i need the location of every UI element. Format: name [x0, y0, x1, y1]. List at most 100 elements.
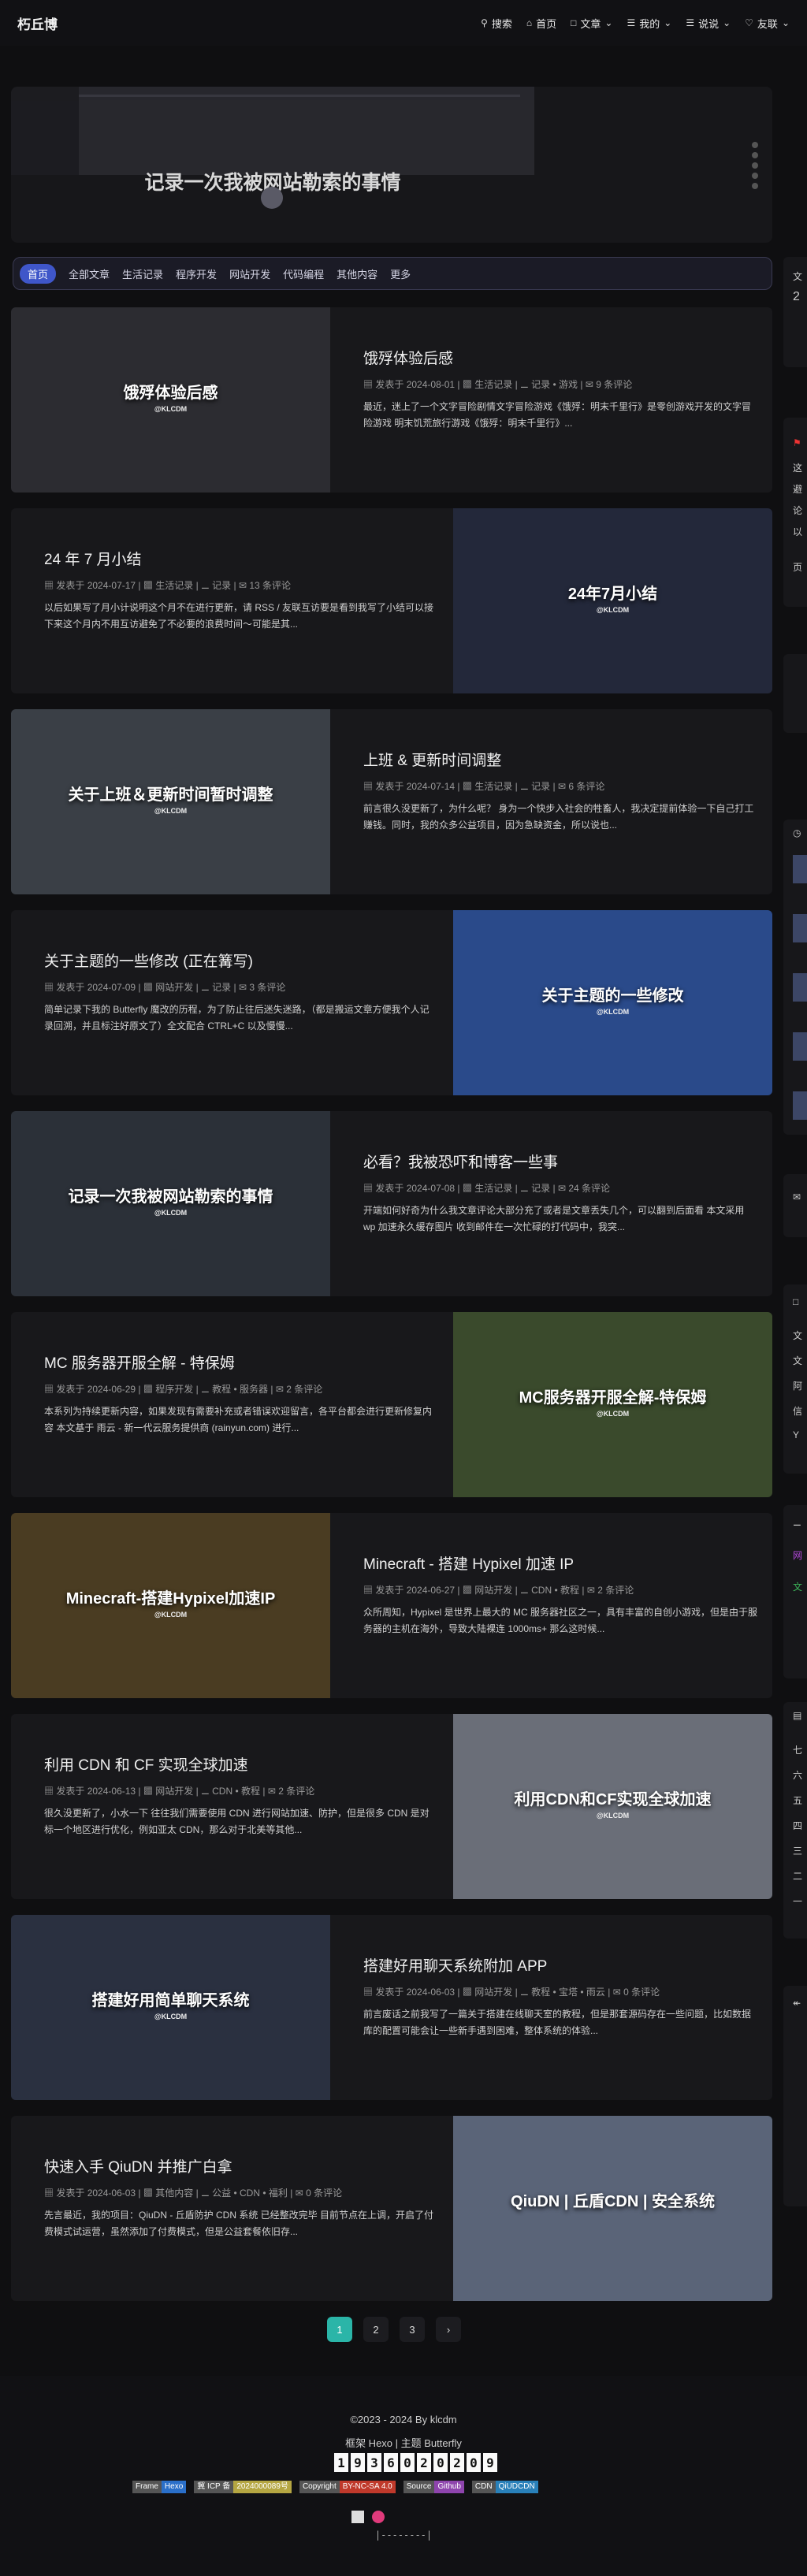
- recent-thumb[interactable]: [793, 855, 807, 883]
- category-all-articles[interactable]: 全部文章: [69, 266, 110, 281]
- post-thumbnail[interactable]: 记录一次我被网站勒索的事情 @KLCDM: [11, 1111, 330, 1296]
- sidebar-text[interactable]: 六: [793, 1768, 802, 1782]
- heart-icon[interactable]: [372, 2511, 385, 2523]
- post-category[interactable]: 生活记录: [474, 379, 512, 390]
- post-title[interactable]: 搭建好用聊天系统附加 APP: [363, 1954, 757, 1976]
- category-programming[interactable]: 程序开发: [176, 266, 217, 281]
- post-category[interactable]: 其他内容: [155, 2188, 193, 2199]
- post-category[interactable]: 程序开发: [155, 1384, 193, 1395]
- sidebar-text[interactable]: 五: [793, 1794, 802, 1807]
- post-thumbnail[interactable]: MC服务器开服全解-特保姆 @KLCDM: [453, 1312, 772, 1497]
- post-comments[interactable]: 13 条评论: [249, 580, 291, 591]
- post-card[interactable]: QiuDN | 丘盾CDN | 安全系统 快速入手 QiuDN 并推广白拿 ▦ 发表…: [11, 2116, 772, 2301]
- sidebar-text[interactable]: 阿: [793, 1379, 802, 1392]
- post-title[interactable]: Minecraft - 搭建 Hypixel 加速 IP: [363, 1552, 757, 1574]
- sidebar-text[interactable]: 信: [793, 1404, 802, 1418]
- post-tags[interactable]: 记录 • 游戏: [531, 379, 578, 390]
- nav-mine[interactable]: ☰ 我的 ⌄: [627, 16, 671, 31]
- post-thumbnail[interactable]: 搭建好用简单聊天系统 @KLCDM: [11, 1915, 330, 2100]
- category-code[interactable]: 代码编程: [283, 266, 324, 281]
- post-title[interactable]: 必看？我被恐吓和博客一些事: [363, 1150, 757, 1172]
- nav-home[interactable]: ⌂ 首页: [526, 16, 556, 31]
- sidebar-text[interactable]: 一: [793, 1894, 802, 1908]
- post-comments[interactable]: 2 条评论: [286, 1384, 322, 1395]
- post-card[interactable]: 关于上班＆更新时间暂时调整 @KLCDM 上班 & 更新时间调整 ▦ 发表于 2024…: [11, 709, 772, 894]
- post-title[interactable]: 关于主题的一些修改 (正在篝写): [44, 950, 438, 971]
- post-comments[interactable]: 3 条评论: [249, 982, 285, 993]
- banner-dots[interactable]: [752, 142, 758, 189]
- post-title[interactable]: MC 服务器开服全解 - 特保姆: [44, 1351, 438, 1373]
- post-comments[interactable]: 9 条评论: [596, 379, 632, 390]
- post-card[interactable]: 利用CDN和CF实现全球加速 @KLCDM 利用 CDN 和 CF 实现全球加速 ▦ …: [11, 1714, 772, 1899]
- page-3-button[interactable]: 3: [400, 2317, 425, 2342]
- post-card[interactable]: 记录一次我被网站勒索的事情 @KLCDM 必看？我被恐吓和博客一些事 ▦ 发表于 20…: [11, 1111, 772, 1296]
- sidebar-text[interactable]: 文: [793, 1329, 802, 1342]
- category-other[interactable]: 其他内容: [337, 266, 377, 281]
- sidebar-text[interactable]: 文: [793, 1580, 802, 1593]
- post-comments[interactable]: 6 条评论: [568, 781, 604, 792]
- featured-banner[interactable]: 记录一次我被网站勒索的事情: [11, 87, 772, 243]
- post-thumbnail[interactable]: 24年7月小结 @KLCDM: [453, 508, 772, 693]
- post-tags[interactable]: 记录: [212, 580, 231, 591]
- post-comments[interactable]: 24 条评论: [568, 1183, 610, 1194]
- nav-search[interactable]: ⚲ 搜索: [481, 16, 512, 31]
- post-title[interactable]: 24 年 7 月小结: [44, 548, 438, 569]
- post-category[interactable]: 生活记录: [155, 580, 193, 591]
- badge-cdn[interactable]: CDN QiUDCDN: [471, 2481, 538, 2493]
- post-title[interactable]: 快速入手 QiuDN 并推广白拿: [44, 2155, 438, 2176]
- post-tags[interactable]: CDN • 教程: [531, 1585, 579, 1596]
- badge-copyright[interactable]: Copyright BY-NC-SA 4.0: [299, 2481, 396, 2493]
- category-life[interactable]: 生活记录: [122, 266, 163, 281]
- post-card[interactable]: 关于主题的一些修改 @KLCDM 关于主题的一些修改 (正在篝写) ▦ 发表于 202…: [11, 910, 772, 1095]
- post-title[interactable]: 上班 & 更新时间调整: [363, 749, 757, 770]
- recent-thumb[interactable]: [793, 1091, 807, 1120]
- post-category[interactable]: 网站开发: [155, 982, 193, 993]
- image-icon[interactable]: [351, 2511, 364, 2523]
- sidebar-text[interactable]: 四: [793, 1819, 802, 1832]
- post-comments[interactable]: 2 条评论: [597, 1585, 634, 1596]
- post-card[interactable]: Minecraft-搭建Hypixel加速IP @KLCDM Minecraft -…: [11, 1513, 772, 1698]
- post-thumbnail[interactable]: 饿殍体验后感 @KLCDM: [11, 307, 330, 493]
- post-thumbnail[interactable]: Minecraft-搭建Hypixel加速IP @KLCDM: [11, 1513, 330, 1698]
- sidebar-text[interactable]: Y: [793, 1429, 799, 1440]
- post-tags[interactable]: 记录: [212, 982, 231, 993]
- page-1-button[interactable]: 1: [327, 2317, 352, 2342]
- recent-thumb[interactable]: [793, 973, 807, 1002]
- post-tags[interactable]: CDN • 教程: [212, 1786, 260, 1797]
- next-page-button[interactable]: ›: [436, 2317, 461, 2342]
- page-2-button[interactable]: 2: [363, 2317, 389, 2342]
- badge-source[interactable]: Source Github: [403, 2481, 464, 2493]
- post-card[interactable]: 搭建好用简单聊天系统 @KLCDM 搭建好用聊天系统附加 APP ▦ 发表于 2024…: [11, 1915, 772, 2100]
- sidebar-text[interactable]: 三: [793, 1844, 802, 1857]
- badge-icp[interactable]: 冀 ICP 备 2024000089号: [194, 2481, 292, 2493]
- post-card[interactable]: 饿殍体验后感 @KLCDM 饿殍体验后感 ▦ 发表于 2024-08-01 | ▩ 生…: [11, 307, 772, 493]
- post-category[interactable]: 生活记录: [474, 781, 512, 792]
- post-thumbnail[interactable]: 利用CDN和CF实现全球加速 @KLCDM: [453, 1714, 772, 1899]
- site-title[interactable]: 朽丘博: [17, 13, 58, 33]
- post-category[interactable]: 网站开发: [155, 1786, 193, 1797]
- post-comments[interactable]: 2 条评论: [278, 1786, 314, 1797]
- post-comments[interactable]: 0 条评论: [306, 2188, 342, 2199]
- post-card[interactable]: 24年7月小结 @KLCDM 24 年 7 月小结 ▦ 发表于 2024-07-17 …: [11, 508, 772, 693]
- nav-articles[interactable]: □ 文章 ⌄: [571, 16, 612, 31]
- sidebar-text[interactable]: 二: [793, 1869, 802, 1883]
- category-more[interactable]: 更多: [390, 266, 411, 281]
- category-webdev[interactable]: 网站开发: [229, 266, 270, 281]
- sidebar-text[interactable]: 网: [793, 1548, 802, 1562]
- post-thumbnail[interactable]: 关于主题的一些修改 @KLCDM: [453, 910, 772, 1095]
- badge-frame[interactable]: Frame Hexo: [132, 2481, 187, 2493]
- post-title[interactable]: 饿殍体验后感: [363, 347, 757, 368]
- sidebar-text[interactable]: 七: [793, 1743, 802, 1756]
- post-category[interactable]: 生活记录: [474, 1183, 512, 1194]
- post-tags[interactable]: 记录: [531, 1183, 550, 1194]
- category-home[interactable]: 首页: [20, 263, 57, 284]
- post-thumbnail[interactable]: QiuDN | 丘盾CDN | 安全系统: [453, 2116, 772, 2301]
- recent-thumb[interactable]: [793, 914, 807, 942]
- post-tags[interactable]: 教程 • 宝塔 • 雨云: [531, 1987, 605, 1998]
- post-comments[interactable]: 0 条评论: [623, 1987, 660, 1998]
- footer-framework[interactable]: 框架 Hexo | 主题 Butterfly: [0, 2435, 807, 2450]
- sidebar-text[interactable]: 文: [793, 1354, 802, 1367]
- recent-thumb[interactable]: [793, 1032, 807, 1061]
- post-thumbnail[interactable]: 关于上班＆更新时间暂时调整 @KLCDM: [11, 709, 330, 894]
- post-tags[interactable]: 教程 • 服务器: [212, 1384, 268, 1395]
